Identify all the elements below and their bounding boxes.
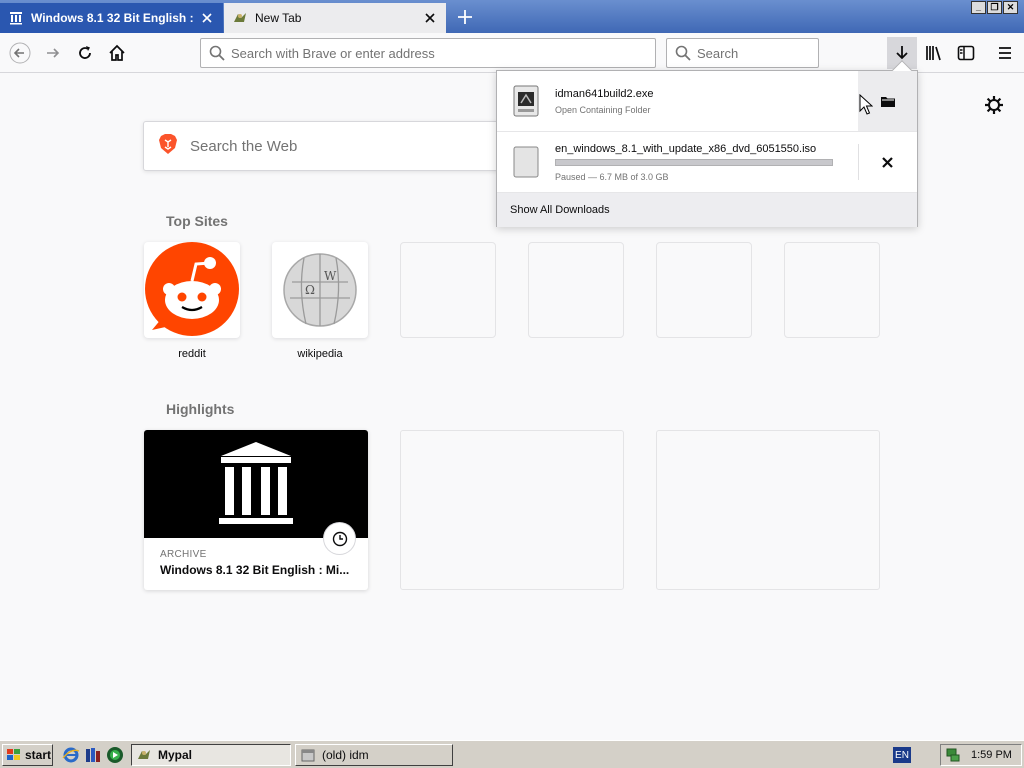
media-library-icon[interactable] [84, 746, 102, 764]
highlight-card-empty [400, 430, 624, 590]
download-status: Paused — 6.7 MB of 3.0 GB [555, 172, 669, 182]
progress-fill [556, 160, 832, 165]
tab-title: New Tab [255, 11, 302, 25]
highlights-heading: Highlights [166, 401, 235, 417]
mypal-icon [138, 750, 150, 759]
brave-logo-icon [158, 133, 178, 159]
reload-button[interactable] [71, 39, 99, 67]
home-button[interactable] [103, 39, 131, 67]
download-progress-bar [555, 159, 833, 166]
highlight-card[interactable]: ARCHIVE Windows 8.1 32 Bit English : Mi.… [144, 430, 368, 590]
taskbar-item-old-idm[interactable]: (old) idm [295, 744, 453, 766]
library-icon [926, 46, 941, 61]
close-window-button[interactable]: ✕ [1003, 1, 1018, 14]
svg-text:W: W [324, 269, 337, 283]
card-context: ARCHIVE [160, 549, 207, 560]
windows-flag-icon [7, 749, 20, 760]
exe-file-icon [513, 85, 539, 117]
taskbar-item-label: (old) idm [322, 748, 369, 762]
sidebar-button[interactable] [952, 39, 980, 67]
navigation-toolbar: Search with Brave or enter address Searc… [0, 33, 1024, 73]
card-title: Windows 8.1 32 Bit English : Mi... [160, 563, 350, 577]
sidebar-icon [957, 45, 975, 61]
back-button[interactable] [6, 39, 34, 67]
iso-file-icon [513, 146, 539, 178]
download-arrow-icon [896, 46, 908, 60]
language-indicator[interactable]: EN [893, 747, 911, 763]
highlight-card-empty [656, 430, 880, 590]
restore-button[interactable]: ❐ [987, 1, 1002, 14]
start-label: start [25, 748, 52, 762]
new-tab-button[interactable] [452, 5, 478, 29]
top-site-wikipedia[interactable]: Ω W [272, 242, 368, 338]
system-clock[interactable]: 1:59 PM [971, 749, 1012, 761]
search-placeholder: Search [697, 45, 739, 61]
top-site-empty[interactable] [784, 242, 880, 338]
top-sites-heading: Top Sites [166, 213, 228, 229]
tab-title: Windows 8.1 32 Bit English : Micro [31, 11, 195, 25]
tab-new-tab[interactable]: New Tab [224, 3, 446, 33]
top-site-empty[interactable] [400, 242, 496, 338]
top-site-label: wikipedia [297, 348, 343, 360]
search-icon [209, 45, 225, 61]
download-status: Open Containing Folder [555, 105, 651, 115]
network-icon[interactable] [945, 747, 961, 763]
close-tab-icon[interactable] [195, 6, 219, 30]
top-site-reddit[interactable] [144, 242, 240, 338]
hamburger-icon [999, 47, 1011, 59]
show-all-downloads-button[interactable]: Show All Downloads [497, 193, 917, 227]
forward-button[interactable] [39, 39, 67, 67]
start-button[interactable]: start [2, 744, 53, 766]
media-player-icon[interactable] [106, 746, 124, 764]
ie-icon[interactable] [62, 746, 80, 764]
tab-archive[interactable]: Windows 8.1 32 Bit English : Micro [0, 3, 223, 33]
search-bar[interactable]: Search [666, 38, 819, 68]
menu-button[interactable] [991, 39, 1019, 67]
address-placeholder: Search with Brave or enter address [231, 45, 435, 61]
mouse-pointer-icon [859, 94, 873, 115]
top-site-empty[interactable] [528, 242, 624, 338]
wikipedia-icon: Ω W [283, 253, 357, 327]
download-filename: idman641build2.exe [555, 88, 654, 100]
cancel-download-button[interactable] [858, 132, 917, 192]
taskbar-item-label: Mypal [158, 748, 193, 762]
downloads-panel: idman641build2.exe Open Containing Folde… [496, 60, 918, 227]
close-tab-icon[interactable] [418, 6, 442, 30]
web-search-box[interactable]: Search the Web [143, 121, 543, 171]
window-controls: _ ❐ ✕ [971, 1, 1018, 14]
top-site-empty[interactable] [656, 242, 752, 338]
close-icon [882, 156, 893, 168]
library-button[interactable] [920, 39, 948, 67]
web-search-placeholder: Search the Web [190, 137, 298, 155]
reddit-icon [145, 242, 239, 336]
archive-icon [8, 10, 24, 26]
system-tray: 1:59 PM [940, 744, 1022, 766]
folder-window-icon [301, 749, 315, 762]
download-item[interactable]: idman641build2.exe Open Containing Folde… [497, 71, 917, 132]
taskbar-item-mypal[interactable]: Mypal [131, 744, 291, 766]
card-thumbnail [144, 430, 368, 538]
history-clock-icon [324, 523, 355, 554]
svg-text:Ω: Ω [305, 283, 315, 297]
top-site-label: reddit [178, 348, 206, 360]
search-icon [675, 45, 691, 61]
minimize-button[interactable]: _ [971, 1, 986, 14]
archive-icon [219, 442, 293, 524]
tab-strip: Windows 8.1 32 Bit English : Micro New T… [0, 0, 1024, 33]
taskbar: start Mypal (old) idm EN 1:59 PM [0, 740, 1024, 768]
show-all-downloads-label: Show All Downloads [510, 204, 610, 216]
mypal-icon [232, 10, 248, 26]
download-filename: en_windows_8.1_with_update_x86_dvd_60515… [555, 143, 817, 155]
settings-gear-icon[interactable] [983, 94, 1005, 116]
folder-icon [880, 97, 895, 107]
address-bar[interactable]: Search with Brave or enter address [200, 38, 656, 68]
